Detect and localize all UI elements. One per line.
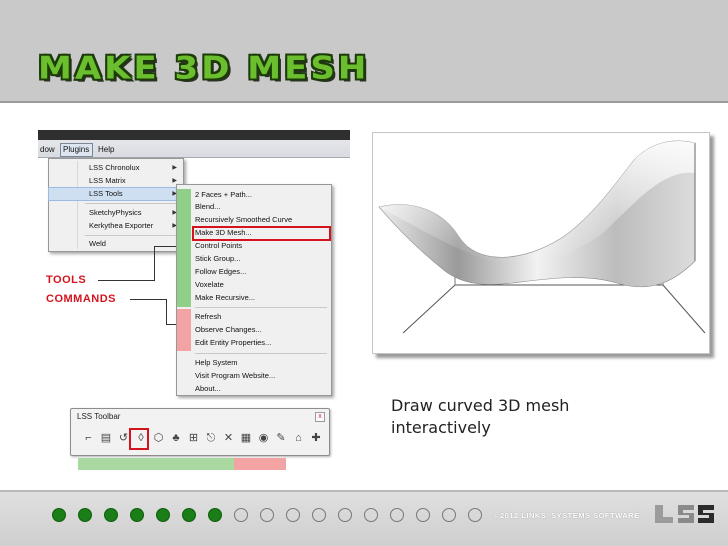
menubar-item-plugins[interactable]: Plugins: [63, 145, 89, 154]
menu-item-lss-chronolux[interactable]: LSS Chronolux ▶: [49, 162, 183, 174]
progress-dot-empty: [416, 508, 430, 522]
commands-connector-bracket: [166, 299, 176, 325]
progress-dot-empty: [364, 508, 378, 522]
tools-connector-bracket: [154, 246, 176, 281]
tools-connector-line: [98, 280, 154, 281]
commands-label: COMMANDS: [46, 293, 116, 305]
progress-dot-empty: [260, 508, 274, 522]
observe-icon[interactable]: ◉: [256, 431, 271, 446]
recursive-curve-icon[interactable]: ⎋: [204, 431, 219, 446]
help-icon[interactable]: ⌂: [291, 431, 306, 446]
make-3d-mesh-icon[interactable]: ⬡: [151, 431, 166, 446]
slide-title: Make 3D Mesh: [38, 50, 370, 87]
submenu-item-edit-entity-properties[interactable]: Edit Entity Properties...: [177, 337, 331, 349]
menu-item-lss-matrix[interactable]: LSS Matrix ▶: [49, 175, 183, 187]
submenu-arrow-icon: ▶: [172, 165, 177, 171]
title-divider: [0, 101, 728, 103]
toolbar-title: LSS Toolbar: [77, 412, 121, 421]
submenu-item-stick-group[interactable]: Stick Group...: [177, 253, 331, 265]
refresh-icon[interactable]: ▦: [239, 431, 254, 446]
edit-properties-icon[interactable]: ✎: [274, 431, 289, 446]
progress-dot-empty: [286, 508, 300, 522]
slide-caption: Draw curved 3D mesh interactively: [391, 395, 569, 439]
tools-connector-tick: [154, 246, 176, 247]
menu-item-sketchyphysics[interactable]: SketchyPhysics ▶: [49, 207, 183, 219]
menu-separator: [85, 203, 179, 204]
progress-dot-filled: [130, 508, 144, 522]
submenu-item-observe-changes[interactable]: Observe Changes...: [177, 324, 331, 336]
menu-item-lss-tools[interactable]: LSS Tools ▶: [48, 187, 184, 201]
lss-toolbar: LSS Toolbar x ⌐ ▤ ↺ ◊ ⬡ ♣ ⊞ ⎋ ✕ ▦ ◉ ✎ ⌂ ✚: [70, 408, 330, 456]
commands-connector-line: [130, 299, 166, 300]
menu-separator: [195, 353, 327, 354]
progress-dot-filled: [208, 508, 222, 522]
menu-item-kerkythea-exporter[interactable]: Kerkythea Exporter ▶: [49, 220, 183, 232]
mesh-illustration: [378, 140, 706, 334]
progress-dot-empty: [312, 508, 326, 522]
menubar-item-window[interactable]: dow: [40, 145, 55, 154]
voxelate-icon[interactable]: ♣: [169, 431, 184, 446]
submenu-item-2-faces-path[interactable]: 2 Faces + Path...: [177, 189, 331, 201]
3d-mesh-render: [372, 132, 710, 354]
submenu-item-follow-edges[interactable]: Follow Edges...: [177, 266, 331, 278]
caption-line-2: interactively: [391, 418, 491, 437]
submenu-item-blend[interactable]: Blend...: [177, 201, 331, 213]
lss-tools-submenu: 2 Faces + Path... Blend... Recursively S…: [176, 184, 332, 396]
submenu-item-voxelate[interactable]: Voxelate: [177, 279, 331, 291]
submenu-item-recursively-smoothed-curve[interactable]: Recursively Smoothed Curve: [177, 214, 331, 226]
close-icon[interactable]: x: [315, 412, 325, 422]
two-faces-path-icon[interactable]: ✕: [221, 431, 236, 446]
copyright-text: ©2012 LINKS' SYSTEMS SOFTWARE: [494, 511, 640, 520]
menubar: dow Plugins Help: [38, 130, 350, 158]
menu-separator: [85, 235, 179, 236]
progress-dot-empty: [468, 508, 482, 522]
progress-dot-empty: [442, 508, 456, 522]
progress-dot-empty: [338, 508, 352, 522]
footer-divider: [0, 490, 728, 492]
progress-dot-filled: [78, 508, 92, 522]
tools-label: TOOLS: [46, 274, 87, 286]
progress-dot-filled: [182, 508, 196, 522]
submenu-item-help-system[interactable]: Help System: [177, 357, 331, 369]
toolbar-commands-marker: [234, 458, 286, 470]
progress-dot-empty: [390, 508, 404, 522]
control-points-icon[interactable]: ⌐: [81, 431, 96, 446]
make-3d-mesh-selection-box: [192, 226, 331, 241]
submenu-item-visit-program-website[interactable]: Visit Program Website...: [177, 370, 331, 382]
lss-logo: [655, 505, 714, 523]
submenu-item-refresh[interactable]: Refresh: [177, 311, 331, 323]
make-recursive-icon[interactable]: ⊞: [186, 431, 201, 446]
submenu-item-make-recursive[interactable]: Make Recursive...: [177, 292, 331, 304]
progress-dot-filled: [156, 508, 170, 522]
progress-dot-empty: [234, 508, 248, 522]
toolbar-tools-marker: [78, 458, 234, 470]
make-3d-mesh-toolbar-selection: [129, 428, 149, 450]
submenu-item-about[interactable]: About...: [177, 383, 331, 395]
progress-dot-filled: [104, 508, 118, 522]
caption-line-1: Draw curved 3D mesh: [391, 396, 570, 415]
progress-dot-filled: [52, 508, 66, 522]
stick-group-icon[interactable]: ▤: [99, 431, 114, 446]
menu-separator: [195, 307, 327, 308]
about-icon[interactable]: ✚: [309, 431, 324, 446]
submenu-item-control-points[interactable]: Control Points: [177, 240, 331, 252]
plugins-menu-screenshot: dow Plugins Help LSS Chronolux ▶ LSS Matr…: [38, 130, 350, 400]
plugins-dropdown: LSS Chronolux ▶ LSS Matrix ▶ LSS Tools ▶ Sk…: [48, 158, 184, 252]
menubar-item-help[interactable]: Help: [98, 145, 114, 154]
